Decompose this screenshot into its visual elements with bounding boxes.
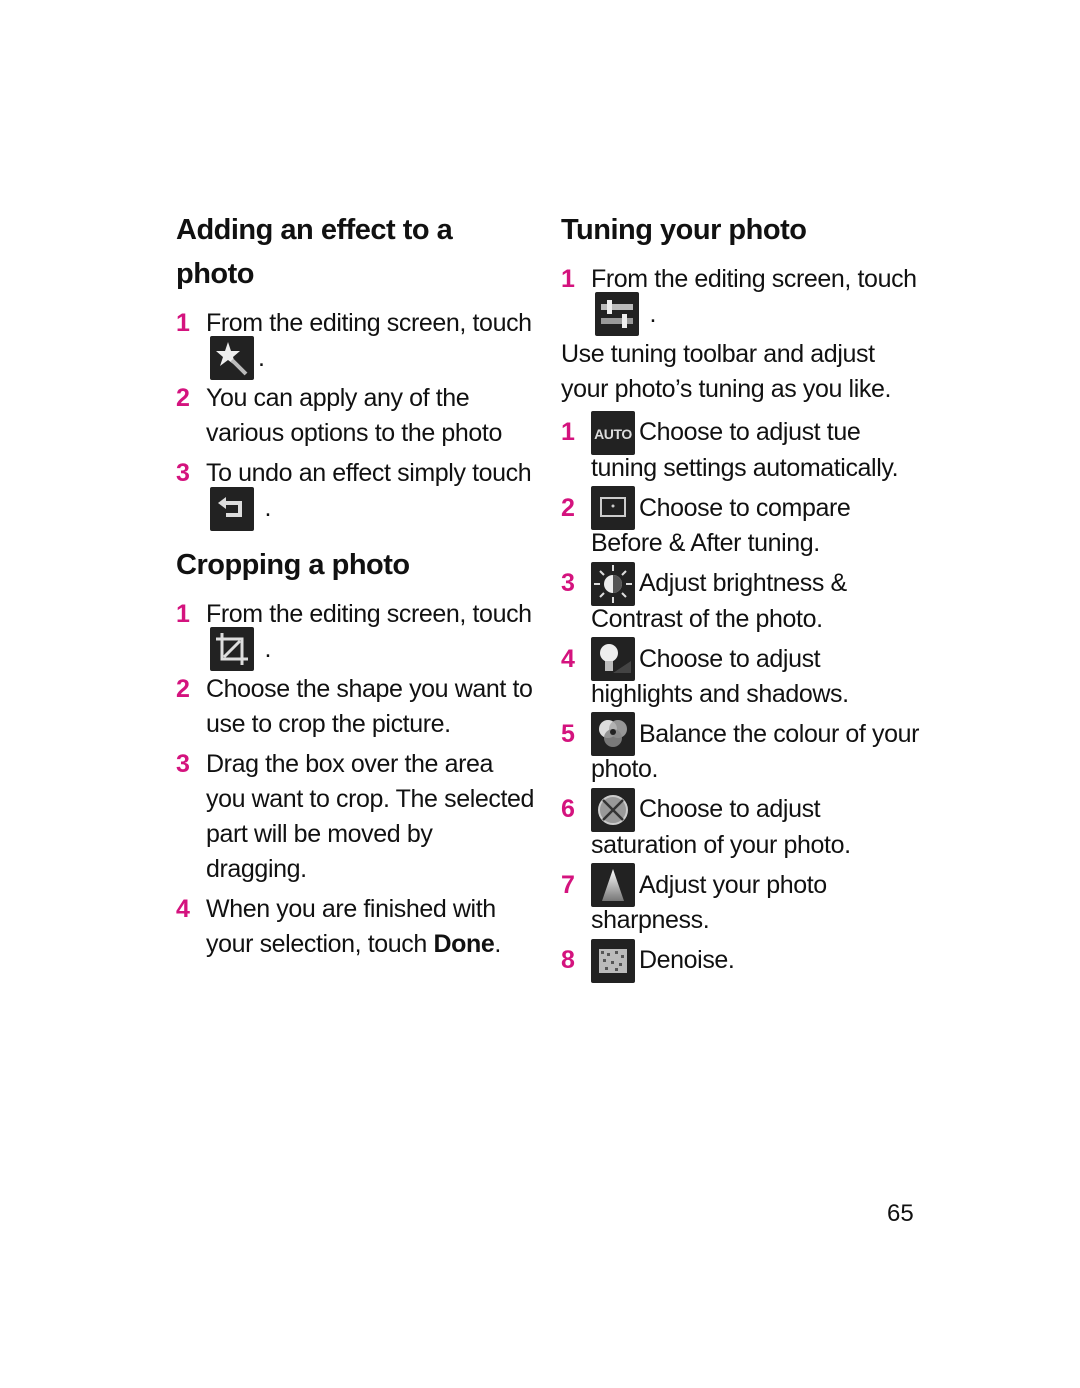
list-item: 4 Choose to adjust highlights and shadow… <box>561 636 921 712</box>
step-text: To undo an effect simply touch <box>206 459 532 488</box>
section-title: Cropping a photo <box>176 548 410 581</box>
done-label: Done <box>433 930 495 959</box>
step-number: 5 <box>561 719 575 748</box>
step-number: 2 <box>176 384 190 413</box>
step-number: 4 <box>561 644 575 673</box>
step-number: 8 <box>561 946 575 975</box>
step-text: From the editing screen, touch <box>206 599 532 628</box>
saturation-icon <box>591 787 635 832</box>
compare-icon <box>591 486 635 531</box>
step-text-end: . <box>264 494 272 523</box>
step-number: 1 <box>561 418 575 447</box>
right-column: Tuning your photo 1 From the editing scr… <box>561 208 921 984</box>
highlight-bulb-icon <box>591 636 635 681</box>
denoise-icon <box>591 938 635 983</box>
step-text-end: . <box>649 300 657 328</box>
step-number: 4 <box>176 895 190 924</box>
step-text: Balance the colour of your photo. <box>591 719 920 784</box>
step-text: From the editing screen, touch <box>591 265 917 293</box>
list-item: 1 From the editing screen, touch . <box>176 597 536 672</box>
step-number: 1 <box>176 599 190 628</box>
sharpness-icon <box>591 863 635 908</box>
list-item: 2 Choose the shape you want to use to cr… <box>176 672 536 742</box>
list-item: 5 Balance the colour of your photo. <box>561 712 921 787</box>
step-number: 3 <box>176 459 190 488</box>
step-number: 3 <box>561 569 575 598</box>
list-item: 7 Adjust your photo sharpness. <box>561 863 921 938</box>
list-item: 1 From the editing screen, touch . <box>561 262 921 337</box>
step-text-end: . <box>264 634 272 663</box>
step-number: 2 <box>561 493 575 522</box>
auto-icon: AUTO <box>591 410 635 455</box>
section-title: Tuning your photo <box>561 214 807 246</box>
page-number: 65 <box>887 1200 914 1227</box>
list-item: 1 AUTO Choose to adjust tue tuning setti… <box>561 410 921 485</box>
magic-wand-icon <box>210 336 254 381</box>
adding-effect-section: Adding an effect to a photo 1 From the e… <box>176 208 536 531</box>
colour-balance-icon <box>591 712 635 757</box>
step-text: Drag the box over the area you want to c… <box>206 750 535 884</box>
list-item: 3 Drag the box over the area you want to… <box>176 747 536 887</box>
cropping-section: Cropping a photo 1 From the editing scre… <box>176 543 536 962</box>
step-text-end: . <box>258 344 265 372</box>
intro-paragraph: Use tuning toolbar and adjust your photo… <box>561 340 892 404</box>
step-text: Choose to adjust tue tuning settings aut… <box>591 418 899 482</box>
svg-text:AUTO: AUTO <box>594 426 632 442</box>
step-number: 6 <box>561 795 575 824</box>
step-number: 1 <box>176 309 190 337</box>
list-item: 8 Denoise. <box>561 938 921 983</box>
crop-icon <box>210 627 254 672</box>
step-number: 2 <box>176 675 190 704</box>
step-number: 3 <box>176 750 190 779</box>
left-column: Adding an effect to a photo 1 From the e… <box>176 208 536 967</box>
list-item: 6 Choose to adjust saturation of your ph… <box>561 787 921 862</box>
step-text: Choose the shape you want to use to crop… <box>206 675 533 739</box>
brightness-icon <box>591 561 635 606</box>
tuning-sliders-icon <box>595 292 639 337</box>
step-text-end: . <box>494 930 501 959</box>
step-number: 1 <box>561 265 575 293</box>
section-title: Adding an effect to a photo <box>176 214 453 290</box>
list-item: 3 To undo an effect simply touch . <box>176 456 536 531</box>
step-text: You can apply any of the various options… <box>206 384 502 448</box>
list-item: 3 Adjust brightness & Contrast of the ph… <box>561 561 921 636</box>
list-item: 4 When you are finished with your select… <box>176 892 536 962</box>
list-item: 1 From the editing screen, touch . <box>176 306 536 381</box>
list-item: 2 You can apply any of the various optio… <box>176 381 536 451</box>
tuning-section: Tuning your photo 1 From the editing scr… <box>561 208 921 983</box>
step-text: From the editing screen, touch <box>206 309 532 337</box>
undo-icon <box>210 486 254 531</box>
step-number: 7 <box>561 870 575 899</box>
step-text: Denoise. <box>639 946 735 975</box>
list-item: 2 Choose to compare Before & After tunin… <box>561 486 921 561</box>
